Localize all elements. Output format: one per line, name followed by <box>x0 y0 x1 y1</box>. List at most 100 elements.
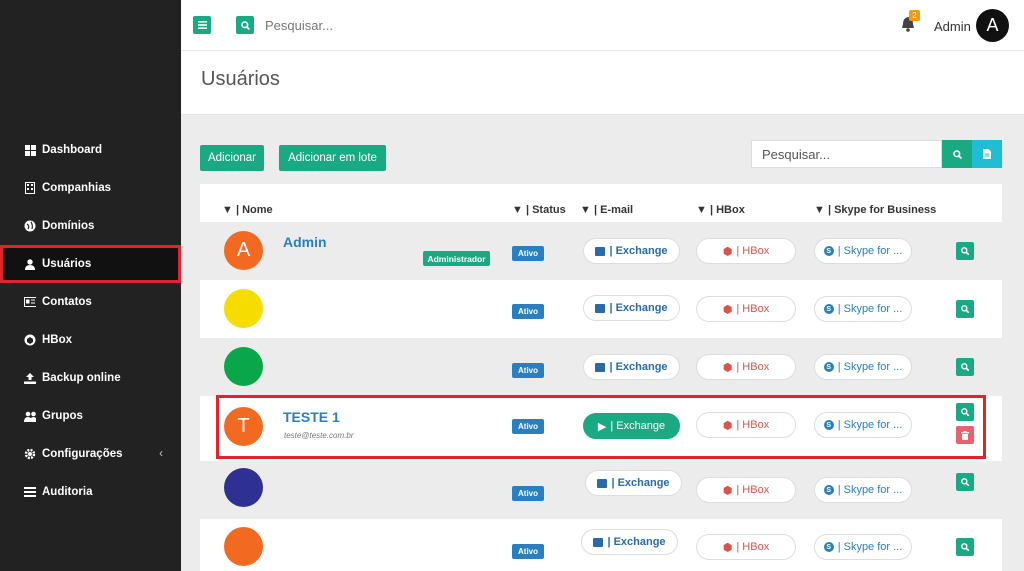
search-icon <box>952 149 962 159</box>
user-name[interactable]: Admin <box>283 234 327 250</box>
table-row[interactable]: A Admin Administrador Ativo | Exchange ⬢… <box>200 222 1002 280</box>
skype-button[interactable]: S | Skype for ... <box>814 412 912 438</box>
skype-button[interactable]: S | Skype for ... <box>814 354 912 380</box>
view-button[interactable] <box>956 473 974 491</box>
chevron-left-icon[interactable]: ‹ <box>159 448 163 460</box>
top-search-input[interactable]: Pesquisar... <box>265 18 333 33</box>
hbox-button[interactable]: ⬢ | HBox <box>696 354 796 380</box>
exchange-icon <box>597 478 608 488</box>
users-icon <box>24 410 36 422</box>
skype-icon: S <box>823 246 834 256</box>
bulk-add-button[interactable]: Adicionar em lote <box>279 145 386 171</box>
sidebar-item-label: Backup online <box>42 372 121 384</box>
top-bar: Pesquisar... 2 Admin A <box>181 0 1024 51</box>
page-title: Usuários <box>201 68 280 90</box>
sidebar-item-dashboard[interactable]: Dashboard <box>0 131 181 169</box>
skype-icon: S <box>823 542 834 552</box>
filter-icon[interactable]: ▼ <box>512 204 523 216</box>
view-button[interactable] <box>956 403 974 421</box>
filter-icon[interactable]: ▼ <box>580 204 591 216</box>
sidebar-item-label: Domínios <box>42 220 95 232</box>
skype-button[interactable]: S | Skype for ... <box>814 477 912 503</box>
view-button[interactable] <box>956 242 974 260</box>
avatar <box>224 468 263 507</box>
sidebar-item-usuarios[interactable]: Usuários <box>0 245 181 283</box>
sidebar-item-grupos[interactable]: Grupos <box>0 397 181 435</box>
view-button[interactable] <box>956 538 974 556</box>
sidebar-item-dominios[interactable]: Domínios <box>0 207 181 245</box>
sidebar-item-contatos[interactable]: Contatos <box>0 283 181 321</box>
sidebar-item-label: Dashboard <box>42 144 103 156</box>
column-header-hbox[interactable]: ▼ | HBox <box>696 204 745 216</box>
gear-icon <box>24 448 36 460</box>
hbox-icon: ⬢ <box>722 361 733 374</box>
table-row[interactable]: T TESTE 1 teste@teste.com.br Ativo ▶ | Ex… <box>216 395 986 459</box>
filter-icon[interactable]: ▼ <box>222 204 233 216</box>
exchange-button[interactable]: | Exchange <box>583 295 680 321</box>
column-header-email[interactable]: ▼ | E-mail <box>580 204 633 216</box>
hbox-button[interactable]: ⬢ | HBox <box>696 238 796 264</box>
avatar[interactable]: A <box>976 9 1009 42</box>
file-icon <box>983 149 991 159</box>
status-badge: Ativo <box>512 544 544 559</box>
column-header-name[interactable]: ▼ | Nome <box>222 204 273 216</box>
exchange-button[interactable]: ▶ | Exchange <box>583 413 680 439</box>
exchange-icon <box>595 362 606 372</box>
hbox-icon: ⬢ <box>722 303 733 316</box>
table-row[interactable]: Ativo | Exchange ⬢ | HBox S | Skype for ..… <box>200 461 1002 519</box>
status-badge: Ativo <box>512 304 544 319</box>
grid-icon <box>24 144 36 156</box>
sidebar-item-configuracoes[interactable]: Configurações ‹ <box>0 435 181 473</box>
contact-card-icon <box>24 296 36 308</box>
exchange-button[interactable]: | Exchange <box>585 470 682 496</box>
trash-icon <box>961 430 969 440</box>
hbox-button[interactable]: ⬢ | HBox <box>696 534 796 560</box>
status-badge: Ativo <box>512 419 544 434</box>
user-email: teste@teste.com.br <box>284 431 354 440</box>
sidebar: Dashboard Companhias Domínios Usuários C… <box>0 0 181 571</box>
exchange-button[interactable]: | Exchange <box>581 529 678 555</box>
delete-button[interactable] <box>956 426 974 444</box>
top-search-button[interactable] <box>236 16 254 34</box>
search-input[interactable] <box>751 140 942 168</box>
sidebar-item-companhias[interactable]: Companhias <box>0 169 181 207</box>
user-icon <box>24 258 36 270</box>
hbox-button[interactable]: ⬢ | HBox <box>696 412 796 438</box>
hbox-icon: ⬢ <box>722 419 733 432</box>
avatar <box>224 347 263 386</box>
exchange-button[interactable]: | Exchange <box>583 238 680 264</box>
sidebar-item-hbox[interactable]: HBox <box>0 321 181 359</box>
view-button[interactable] <box>956 358 974 376</box>
add-button[interactable]: Adicionar <box>200 145 264 171</box>
user-name[interactable]: TESTE 1 <box>283 409 340 425</box>
zoom-icon <box>961 478 969 486</box>
sidebar-item-auditoria[interactable]: Auditoria <box>0 473 181 511</box>
sidebar-item-label: Contatos <box>42 296 92 308</box>
hbox-button[interactable]: ⬢ | HBox <box>696 296 796 322</box>
search-button[interactable] <box>942 140 972 168</box>
table-row[interactable]: Ativo | Exchange ⬢ | HBox S | Skype for ..… <box>200 338 1002 396</box>
sidebar-item-backup-online[interactable]: Backup online <box>0 359 181 397</box>
table-row[interactable]: Ativo | Exchange ⬢ | HBox S | Skype for ..… <box>200 280 1002 338</box>
table-row[interactable]: Ativo | Exchange ⬢ | HBox S | Skype for ..… <box>200 519 1002 571</box>
export-button[interactable] <box>972 140 1002 168</box>
menu-toggle-button[interactable] <box>193 16 211 34</box>
notification-badge: 2 <box>909 10 920 21</box>
filter-icon[interactable]: ▼ <box>696 204 707 216</box>
filter-icon[interactable]: ▼ <box>814 204 825 216</box>
hbox-icon <box>24 334 36 346</box>
column-header-status[interactable]: ▼ | Status <box>512 204 566 216</box>
view-button[interactable] <box>956 300 974 318</box>
main-content: Adicionar Adicionar em lote ▼ | Nome ▼ |… <box>181 115 1024 571</box>
column-header-skype[interactable]: ▼ | Skype for Business <box>814 204 936 216</box>
sidebar-item-label: Grupos <box>42 410 83 422</box>
skype-button[interactable]: S | Skype for ... <box>814 238 912 264</box>
exchange-button[interactable]: | Exchange <box>583 354 680 380</box>
admin-name[interactable]: Admin <box>934 19 971 34</box>
zoom-icon <box>961 543 969 551</box>
skype-button[interactable]: S | Skype for ... <box>814 296 912 322</box>
hbox-button[interactable]: ⬢ | HBox <box>696 477 796 503</box>
skype-icon: S <box>823 485 834 495</box>
upload-icon <box>24 372 36 384</box>
skype-button[interactable]: S | Skype for ... <box>814 534 912 560</box>
